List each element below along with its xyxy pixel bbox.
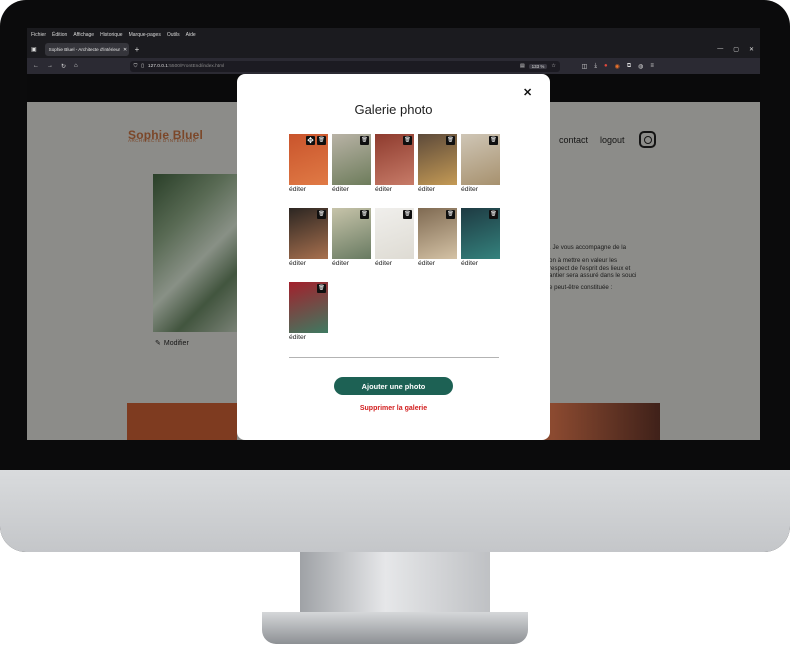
- menu-hamburger-icon[interactable]: ≡: [650, 63, 654, 70]
- browser-tabbar: ▣ Sophie Bluel - Architecte d'intérieur …: [27, 41, 760, 58]
- thumbnail-image: 🗑: [375, 134, 414, 185]
- extensions-toolbar: ◫ ⤓ ● ◉ ⧉ ◍ ≡: [582, 63, 654, 70]
- gallery-thumbnail[interactable]: 🗑 éditer: [418, 134, 457, 193]
- trash-icon[interactable]: 🗑: [317, 136, 326, 145]
- monitor-chin: [0, 470, 790, 552]
- menu-historique[interactable]: Historique: [100, 32, 123, 38]
- menu-outils[interactable]: Outils: [167, 32, 180, 38]
- edit-link[interactable]: éditer: [332, 260, 371, 267]
- thumbnail-image: 🗑: [289, 282, 328, 333]
- minimize-icon[interactable]: —: [717, 46, 723, 53]
- trash-icon[interactable]: 🗑: [317, 284, 326, 293]
- thumbnail-image: 🗑: [461, 208, 500, 259]
- monitor-stand-base: [262, 612, 528, 644]
- close-icon[interactable]: ✕: [523, 86, 532, 99]
- edit-link[interactable]: éditer: [375, 260, 414, 267]
- shield-icon: ⛉: [133, 64, 138, 69]
- gallery-thumbnail[interactable]: 🗑 éditer: [418, 208, 457, 267]
- gallery-thumbnail[interactable]: 🗑 éditer: [332, 134, 371, 193]
- page-info-icon[interactable]: ▯: [141, 64, 144, 69]
- reader-view-icon[interactable]: ▤: [520, 64, 525, 69]
- thumbnail-image: 🗑: [289, 208, 328, 259]
- gallery-modal: ✕ Galerie photo ✥ 🗑 éditer 🗑 éditer 🗑 éditer 🗑 é…: [237, 74, 550, 440]
- move-icon[interactable]: ✥: [306, 136, 315, 145]
- screen: Fichier Édition Affichage Historique Mar…: [27, 28, 760, 440]
- new-tab-icon[interactable]: +: [135, 45, 140, 54]
- modal-title: Galerie photo: [354, 102, 433, 117]
- thumbnail-image: 🗑: [461, 134, 500, 185]
- divider: [289, 357, 499, 358]
- browser-menubar: Fichier Édition Affichage Historique Mar…: [27, 28, 760, 41]
- trash-icon[interactable]: 🗑: [489, 210, 498, 219]
- thumbnail-image: 🗑: [418, 208, 457, 259]
- thumbnail-image: 🗑: [332, 134, 371, 185]
- window-controls: — ▢ ✕: [717, 46, 754, 53]
- trash-icon[interactable]: 🗑: [489, 136, 498, 145]
- thumbnail-image: 🗑: [418, 134, 457, 185]
- extension-orange-icon[interactable]: ◉: [615, 63, 620, 70]
- monitor-stand: [300, 552, 490, 618]
- trash-icon[interactable]: 🗑: [403, 136, 412, 145]
- edit-link[interactable]: éditer: [289, 334, 328, 341]
- gallery-thumbnail[interactable]: 🗑 éditer: [375, 208, 414, 267]
- edit-link[interactable]: éditer: [289, 186, 328, 193]
- gallery-thumbnail[interactable]: 🗑 éditer: [332, 208, 371, 267]
- pocket-icon[interactable]: ◫: [582, 63, 588, 70]
- home-icon[interactable]: ⌂: [74, 63, 78, 69]
- edit-link[interactable]: éditer: [375, 186, 414, 193]
- url-host: 127.0.0.1: [147, 63, 168, 69]
- edit-link[interactable]: éditer: [418, 260, 457, 267]
- trash-icon[interactable]: 🗑: [317, 210, 326, 219]
- menu-fichier[interactable]: Fichier: [31, 32, 46, 38]
- edit-link[interactable]: éditer: [461, 186, 500, 193]
- gallery-thumbnail[interactable]: ✥ 🗑 éditer: [289, 134, 328, 193]
- zoom-level[interactable]: 133 %: [528, 63, 548, 69]
- thumbnail-image: 🗑: [375, 208, 414, 259]
- account-icon[interactable]: ◍: [638, 63, 643, 70]
- trash-icon[interactable]: 🗑: [403, 210, 412, 219]
- thumbnail-image: 🗑: [332, 208, 371, 259]
- gallery-thumbnail[interactable]: 🗑 éditer: [289, 282, 328, 341]
- menu-affichage[interactable]: Affichage: [73, 32, 94, 38]
- url-path: :5500/FrontEnd/index.html: [167, 63, 225, 69]
- tab-title: Sophie Bluel - Architecte d'intérieur: [48, 47, 121, 52]
- menu-edition[interactable]: Édition: [52, 32, 67, 38]
- gallery-thumbnail[interactable]: 🗑 éditer: [461, 208, 500, 267]
- thumbnail-image: ✥ 🗑: [289, 134, 328, 185]
- browser-toolbar: ← → ↻ ⌂ ⛉ ▯ 127.0.0.1:5500/FrontEnd/inde…: [27, 58, 760, 74]
- bookmark-star-icon[interactable]: ☆: [551, 64, 555, 69]
- trash-icon[interactable]: 🗑: [360, 136, 369, 145]
- delete-gallery-link[interactable]: Supprimer la galerie: [237, 405, 550, 412]
- forward-icon[interactable]: →: [47, 63, 53, 69]
- reload-icon[interactable]: ↻: [61, 63, 66, 70]
- edit-link[interactable]: éditer: [418, 186, 457, 193]
- tab-list-icon[interactable]: ▣: [31, 46, 37, 53]
- menu-aide[interactable]: Aide: [186, 32, 196, 38]
- gallery-thumbnail[interactable]: 🗑 éditer: [375, 134, 414, 193]
- window-close-icon[interactable]: ✕: [749, 46, 754, 53]
- trash-icon[interactable]: 🗑: [360, 210, 369, 219]
- tab-close-icon[interactable]: ✕: [123, 47, 127, 53]
- gallery-thumbnail[interactable]: 🗑 éditer: [461, 134, 500, 193]
- address-bar[interactable]: ⛉ ▯ 127.0.0.1:5500/FrontEnd/index.html ▤…: [129, 60, 560, 72]
- address-bar-actions: ▤ 133 % ☆: [520, 63, 556, 69]
- maximize-icon[interactable]: ▢: [733, 46, 739, 53]
- edit-link[interactable]: éditer: [289, 260, 328, 267]
- extension-red-icon[interactable]: ●: [604, 63, 608, 70]
- back-icon[interactable]: ←: [33, 63, 39, 69]
- edit-link[interactable]: éditer: [461, 260, 500, 267]
- extensions-icon[interactable]: ⧉: [627, 63, 631, 70]
- browser-tab[interactable]: Sophie Bluel - Architecte d'intérieur ✕: [44, 43, 129, 56]
- trash-icon[interactable]: 🗑: [446, 210, 455, 219]
- add-photo-button[interactable]: Ajouter une photo: [334, 377, 453, 395]
- edit-link[interactable]: éditer: [332, 186, 371, 193]
- menu-marque-pages[interactable]: Marque-pages: [129, 32, 161, 38]
- download-icon[interactable]: ⤓: [594, 63, 597, 70]
- trash-icon[interactable]: 🗑: [446, 136, 455, 145]
- gallery-thumbnail[interactable]: 🗑 éditer: [289, 208, 328, 267]
